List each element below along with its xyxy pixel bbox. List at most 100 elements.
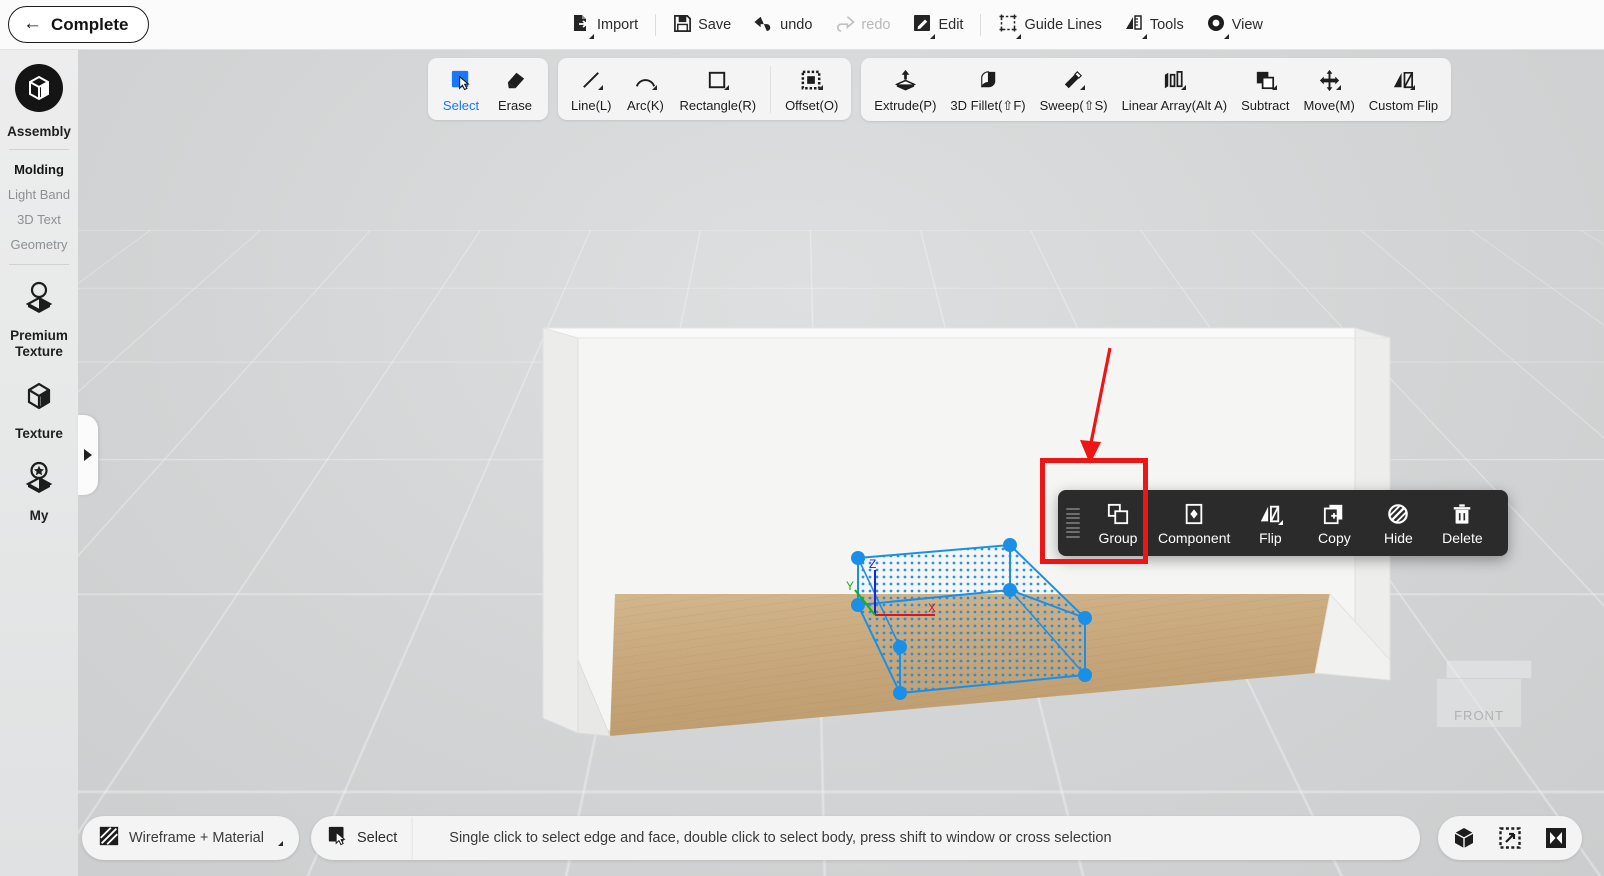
top-toolbar: Import Save undo redo Edit Guide Lines T… — [560, 0, 1274, 50]
context-menu-item-copy[interactable]: Copy — [1302, 499, 1366, 548]
view-cube-top[interactable] — [1446, 660, 1532, 678]
tool-group-divider — [770, 66, 772, 113]
line-icon — [579, 67, 604, 94]
tool-select[interactable]: Select — [434, 64, 488, 115]
context-menu-item-component[interactable]: Component — [1150, 499, 1238, 548]
axis-label-y: Y — [846, 579, 854, 593]
arc-icon — [633, 67, 658, 94]
guide-lines-icon — [998, 13, 1022, 39]
context-menu-item-flip[interactable]: Flip — [1238, 499, 1302, 548]
toolbar-label-view: View — [1231, 16, 1263, 33]
texture-cube-icon — [19, 376, 59, 421]
sidebar-item-3d-text[interactable]: 3D Text — [6, 207, 72, 232]
context-menu-label-group: Group — [1098, 529, 1138, 546]
sidebar-item-my[interactable]: My — [19, 458, 59, 524]
custom-flip-icon — [1391, 67, 1416, 94]
tool-arc[interactable]: Arc(K) — [618, 64, 672, 115]
tool-custom-flip-label: Custom Flip — [1368, 98, 1439, 113]
tool-rectangle[interactable]: Rectangle(R) — [672, 64, 763, 115]
toolbar-item-view[interactable]: View — [1195, 5, 1274, 45]
tool-custom-flip[interactable]: Custom Flip — [1362, 64, 1445, 115]
axis-label-z: Z — [869, 557, 876, 571]
tool-move[interactable]: Move(M) — [1297, 64, 1362, 115]
view-cube-front-face[interactable]: FRONT — [1436, 678, 1522, 728]
fit-to-screen-button[interactable] — [1498, 826, 1522, 850]
3d-viewport[interactable]: Z X Y FRONT — [0, 50, 1604, 876]
toolbar-item-guide-lines[interactable]: Guide Lines — [987, 5, 1112, 45]
collapse-panel-button[interactable] — [1544, 826, 1568, 850]
tool-group-sketch: Line(L) Arc(K) Rectangle(R) Offset(O) — [558, 58, 852, 120]
room-model: Z X Y — [542, 327, 1391, 737]
tool-arc-label: Arc(K) — [627, 98, 664, 113]
tool-line-label: Line(L) — [571, 98, 612, 113]
tool-sweep-label: Sweep(⇧S) — [1039, 98, 1108, 113]
perspective-cube-button[interactable] — [1452, 826, 1476, 850]
tool-group-modeling: Extrude(P) 3D Fillet(⇧F) Sweep(⇧S) Linea… — [861, 58, 1452, 121]
tool-linear-array[interactable]: Linear Array(Alt A) — [1115, 64, 1235, 115]
eraser-icon — [503, 67, 528, 94]
sidebar-item-geometry[interactable]: Geometry — [6, 232, 72, 257]
back-arrow-icon: ← — [23, 13, 42, 34]
toolbar-item-tools[interactable]: Tools — [1113, 5, 1195, 45]
select-cursor-icon — [449, 67, 474, 94]
tool-offset[interactable]: Offset(O) — [778, 64, 845, 115]
toolbar-label-tools: Tools — [1149, 16, 1184, 33]
linear-array-icon — [1162, 67, 1187, 94]
sidebar-item-assembly[interactable]: Assembly — [7, 62, 71, 140]
left-sidebar: Assembly Molding Light Band 3D Text Geom… — [0, 50, 78, 876]
flip-icon — [1259, 503, 1284, 525]
wireframe-material-icon — [98, 825, 120, 851]
tool-line[interactable]: Line(L) — [564, 64, 618, 115]
status-hint-text: Single click to select edge and face, do… — [449, 830, 1112, 846]
context-menu-item-group[interactable]: Group — [1086, 499, 1150, 548]
sidebar-item-premium-texture[interactable]: Premium Texture — [10, 278, 68, 360]
sidebar-item-texture[interactable]: Texture — [15, 376, 63, 442]
context-menu-label-hide: Hide — [1383, 529, 1413, 546]
move-icon — [1317, 67, 1342, 94]
view-orientation-cube[interactable]: FRONT — [1436, 660, 1532, 728]
complete-button[interactable]: ← Complete — [8, 6, 150, 43]
tool-sweep[interactable]: Sweep(⇧S) — [1033, 64, 1115, 116]
toolbar-item-import[interactable]: Import — [560, 5, 649, 45]
premium-texture-icon — [19, 278, 59, 323]
context-menu-label-component: Component — [1158, 529, 1231, 546]
context-menu-item-hide[interactable]: Hide — [1366, 499, 1430, 548]
sidebar-item-light-band[interactable]: Light Band — [6, 182, 72, 207]
context-menu-label-flip: Flip — [1259, 529, 1282, 546]
tool-3d-fillet[interactable]: 3D Fillet(⇧F) — [943, 64, 1032, 116]
toolbar-item-save[interactable]: Save — [662, 5, 742, 45]
tool-3d-fillet-label: 3D Fillet(⇧F) — [950, 98, 1026, 113]
select-mode-icon — [327, 825, 349, 851]
tool-extrude[interactable]: Extrude(P) — [867, 64, 943, 115]
tool-offset-label: Offset(O) — [785, 98, 839, 113]
context-menu-label-copy: Copy — [1318, 529, 1351, 546]
tool-rectangle-label: Rectangle(R) — [679, 98, 757, 113]
extrude-icon — [893, 67, 918, 94]
toolbar-item-redo[interactable]: redo — [823, 5, 901, 45]
tool-extrude-label: Extrude(P) — [874, 98, 937, 113]
modeling-toolbar: Select Erase Line(L) Arc(K) Rectangle(R)… — [428, 58, 1452, 121]
sidebar-divider-2 — [9, 263, 69, 265]
toolbar-item-edit[interactable]: Edit — [901, 5, 974, 45]
axis-label-x: X — [928, 601, 936, 615]
sidebar-expand-handle[interactable] — [78, 415, 98, 495]
offset-icon — [799, 67, 824, 94]
tool-group-selection: Select Erase — [428, 58, 548, 120]
tool-subtract[interactable]: Subtract — [1234, 64, 1296, 115]
toolbar-item-undo[interactable]: undo — [742, 5, 823, 45]
view-controls — [1438, 816, 1582, 860]
sidebar-item-molding[interactable]: Molding — [6, 157, 72, 182]
context-menu-item-delete[interactable]: Delete — [1430, 499, 1494, 548]
fillet-icon — [976, 67, 1001, 94]
select-mode-button[interactable]: Select — [310, 816, 414, 860]
render-mode-selector[interactable]: Wireframe + Material — [82, 816, 299, 860]
tool-erase[interactable]: Erase — [488, 64, 542, 115]
undo-icon — [753, 14, 774, 36]
context-menu-drag-handle[interactable] — [1066, 506, 1080, 540]
group-icon — [1107, 503, 1129, 525]
my-star-icon — [19, 458, 59, 503]
toolbar-label-import: Import — [597, 16, 639, 33]
toolbar-label-redo: redo — [861, 16, 891, 33]
tool-select-label: Select — [442, 98, 480, 113]
complete-button-label: Complete — [51, 14, 129, 34]
